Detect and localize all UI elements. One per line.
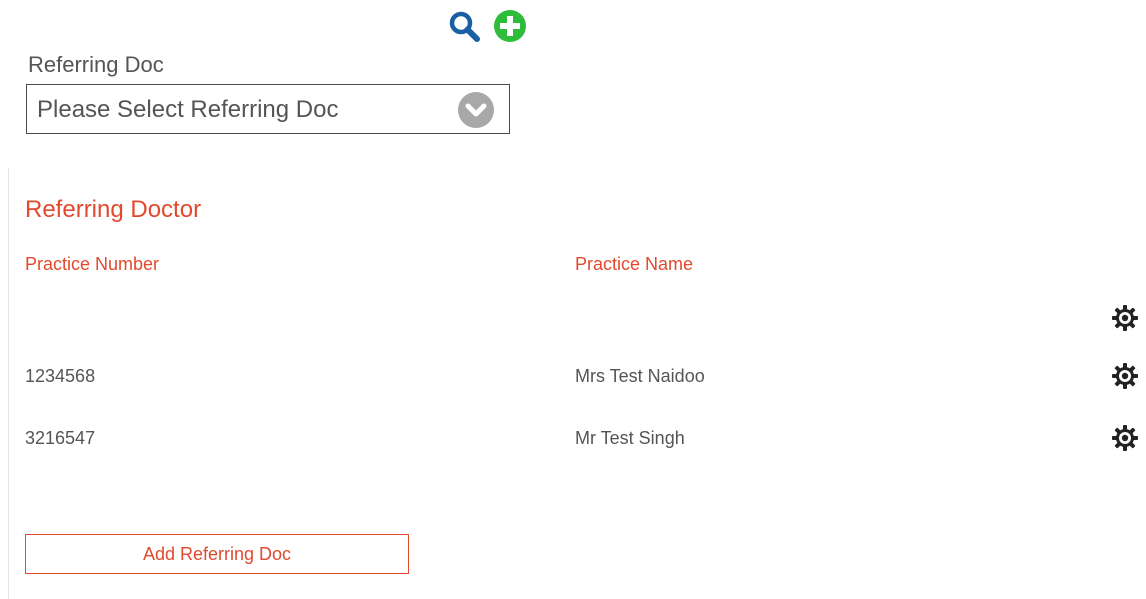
- table-row: [9, 298, 1146, 338]
- gear-icon[interactable]: [1111, 424, 1139, 452]
- add-referring-doc-button[interactable]: Add Referring Doc: [25, 534, 409, 574]
- gear-icon[interactable]: [1111, 362, 1139, 390]
- add-circle-icon[interactable]: [492, 8, 528, 44]
- table-row: 3216547 Mr Test Singh: [9, 418, 1146, 458]
- practice-name-cell: Mr Test Singh: [575, 428, 685, 448]
- table-row: 1234568 Mrs Test Naidoo: [9, 356, 1146, 396]
- referring-doc-select[interactable]: Please Select Referring Doc: [26, 84, 510, 134]
- search-icon[interactable]: [446, 8, 482, 44]
- column-header-practice-name: Practice Name: [575, 254, 694, 274]
- panel-title: Referring Doctor: [25, 196, 202, 223]
- referring-doc-label: Referring Doc: [28, 52, 164, 77]
- practice-number-cell: 1234568: [25, 366, 96, 386]
- chevron-down-circle-icon: [458, 92, 494, 128]
- toolbar: [446, 6, 528, 46]
- column-header-practice-number: Practice Number: [25, 254, 160, 274]
- gear-icon[interactable]: [1111, 304, 1139, 332]
- referring-doctor-panel: Referring Doctor Practice Number Practic…: [8, 168, 1146, 599]
- practice-number-cell: 3216547: [25, 428, 96, 448]
- select-placeholder: Please Select Referring Doc: [37, 96, 339, 123]
- practice-name-cell: Mrs Test Naidoo: [575, 366, 705, 386]
